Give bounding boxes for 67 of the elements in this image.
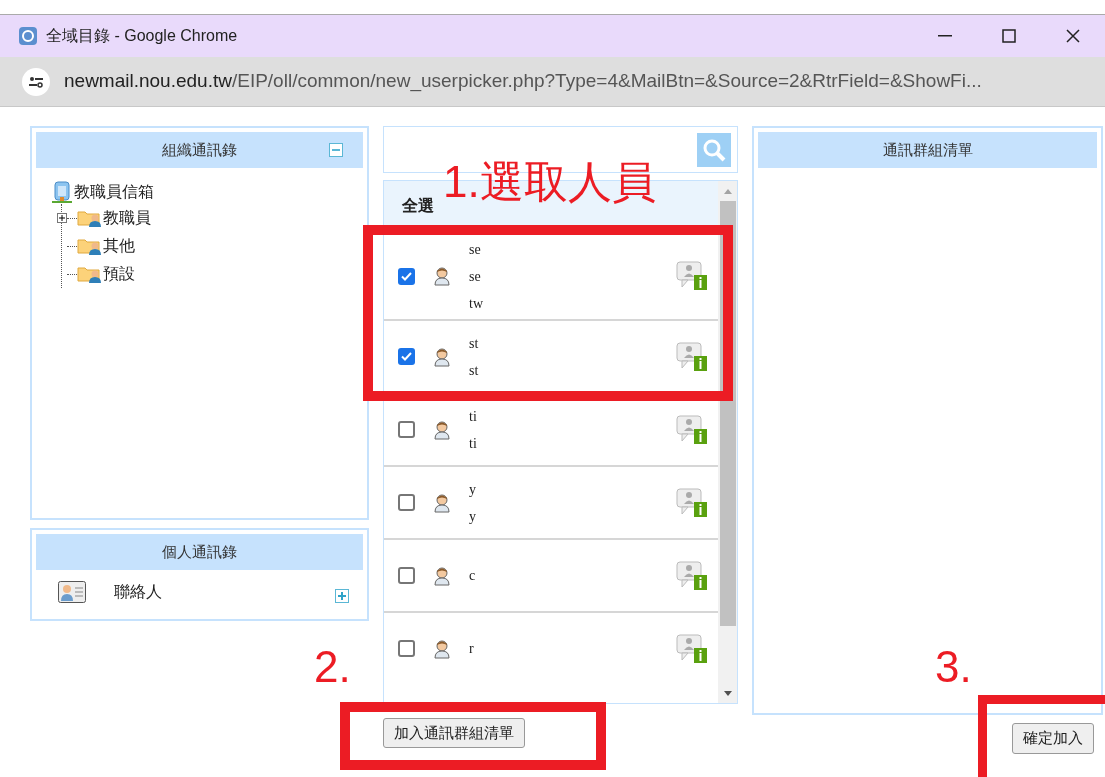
- member-text: tw: [469, 294, 483, 313]
- minimize-icon: [938, 35, 952, 37]
- contact-info-icon[interactable]: [676, 487, 708, 518]
- contact-card-icon: [58, 581, 86, 603]
- tree-item[interactable]: 教職員: [103, 206, 151, 230]
- annotation-label: 2.: [314, 645, 351, 689]
- site-info-button[interactable]: [22, 67, 50, 96]
- tune-icon: [29, 75, 43, 88]
- annotation-label: 1.選取人員: [443, 160, 656, 204]
- member-row[interactable]: y y: [384, 465, 718, 538]
- row-checkbox[interactable]: [398, 640, 415, 657]
- checkmark-icon: [401, 352, 412, 361]
- folder-person-icon: [77, 265, 103, 283]
- member-text: se: [469, 240, 482, 259]
- member-text: se: [469, 267, 482, 286]
- maximize-icon: [1002, 29, 1016, 43]
- contact-info-icon[interactable]: [676, 341, 708, 372]
- member-text: st: [469, 361, 479, 380]
- contact-info-icon[interactable]: [676, 261, 708, 291]
- person-icon: [433, 266, 451, 286]
- tree-item[interactable]: 其他: [103, 234, 135, 258]
- search-icon: [702, 137, 726, 162]
- member-text: y: [469, 480, 476, 499]
- member-text: st: [469, 334, 479, 353]
- expand-icon[interactable]: [57, 213, 67, 223]
- row-checkbox[interactable]: [398, 267, 415, 285]
- panel-title: 個人通訊錄: [162, 541, 237, 562]
- tree-item[interactable]: 預設: [103, 262, 135, 286]
- select-all-label[interactable]: 全選: [402, 194, 434, 218]
- app-icon: [18, 26, 38, 46]
- tree-item[interactable]: 教職員信箱: [74, 180, 154, 204]
- member-text: ti: [469, 407, 477, 426]
- row-checkbox[interactable]: [398, 494, 415, 511]
- contact-info-icon[interactable]: [676, 414, 708, 445]
- window-title: 全域目錄 - Google Chrome: [46, 26, 238, 46]
- person-icon: [433, 346, 451, 367]
- member-text: ti: [469, 434, 477, 453]
- member-text: c: [469, 567, 476, 585]
- person-icon: [433, 492, 451, 513]
- row-checkbox[interactable]: [398, 567, 415, 584]
- checkmark-icon: [401, 271, 412, 281]
- folder-person-icon: [77, 209, 103, 227]
- add-to-group-button[interactable]: 加入通訊群組清單: [383, 718, 525, 748]
- person-icon: [433, 638, 451, 659]
- person-icon: [433, 419, 451, 440]
- panel-title: 組織通訊錄: [162, 139, 237, 160]
- contact-info-icon[interactable]: [676, 560, 708, 591]
- member-text: y: [469, 507, 476, 526]
- member-row[interactable]: c: [384, 538, 718, 611]
- url-text[interactable]: newmail.nou.edu.tw/EIP/oll/common/new_userpicker.php?Type=4&MailBtn=&Source=2&RtrField=&ShowFi...: [64, 67, 982, 96]
- member-row[interactable]: st st: [384, 319, 718, 392]
- contacts-item[interactable]: 聯絡人: [114, 580, 162, 604]
- confirm-button[interactable]: 確定加入: [1012, 723, 1094, 754]
- folder-person-icon: [77, 237, 103, 255]
- panel-title: 通訊群組清單: [882, 139, 973, 160]
- member-row[interactable]: ti ti: [384, 392, 718, 465]
- member-row[interactable]: r: [384, 611, 718, 684]
- add-icon[interactable]: [335, 589, 349, 603]
- row-checkbox[interactable]: [398, 348, 415, 365]
- annotation-label: 3.: [935, 645, 972, 689]
- contact-info-icon[interactable]: [676, 633, 708, 664]
- building-icon: [52, 180, 72, 204]
- person-icon: [433, 565, 451, 586]
- row-checkbox[interactable]: [398, 421, 415, 438]
- close-icon: [1066, 29, 1080, 43]
- member-text: r: [469, 640, 474, 658]
- collapse-icon[interactable]: [329, 143, 343, 157]
